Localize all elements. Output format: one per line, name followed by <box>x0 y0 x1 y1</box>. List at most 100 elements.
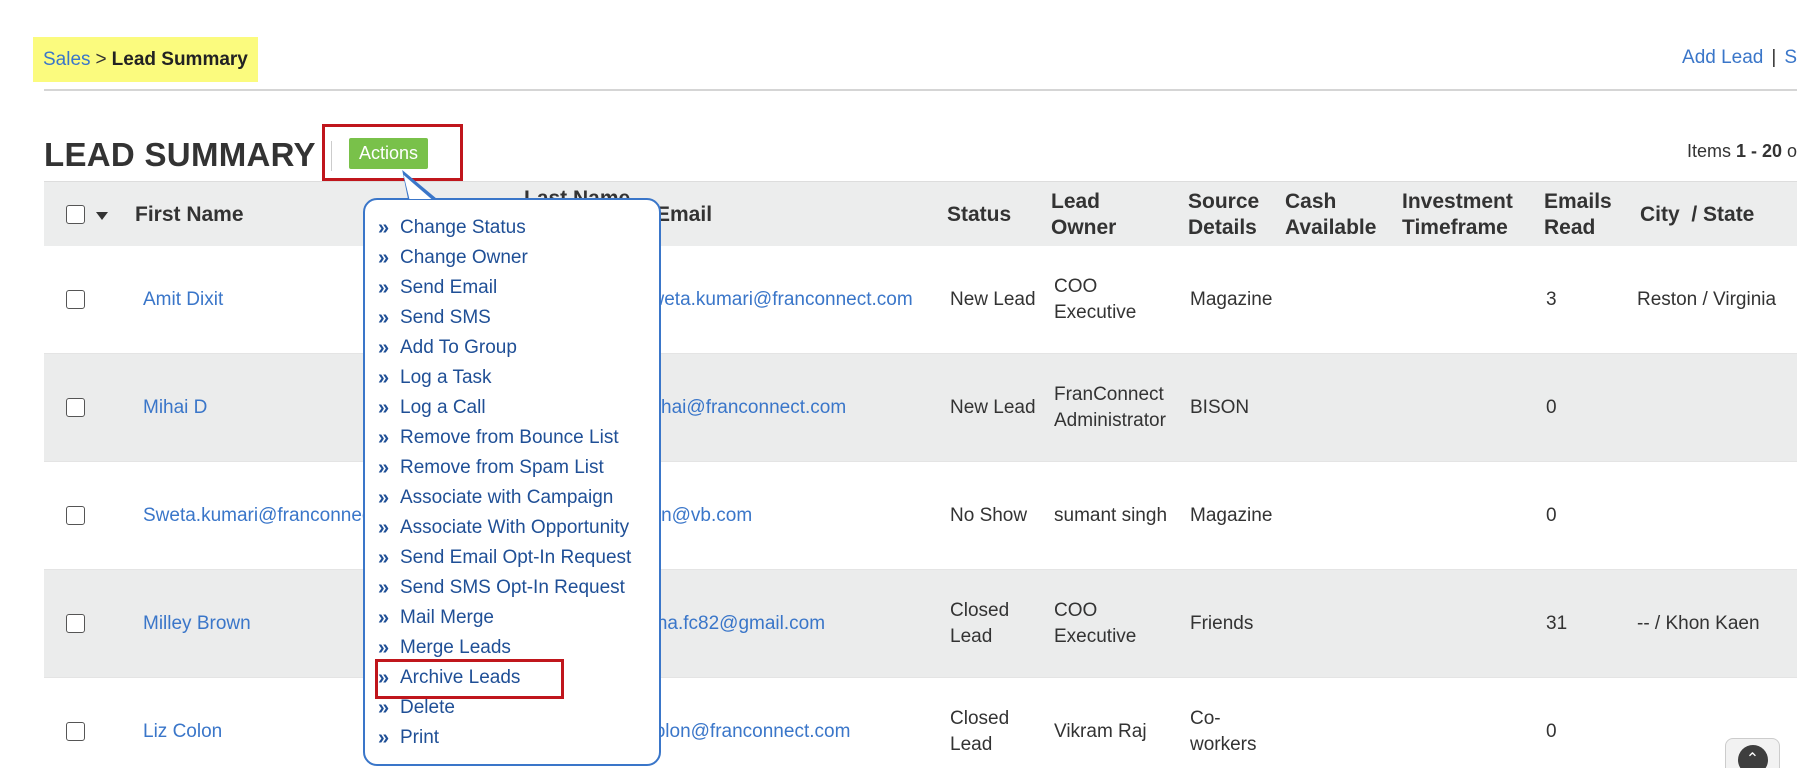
lead-emails-read: 0 <box>1546 397 1557 418</box>
menu-bullet-icon: » <box>378 216 390 239</box>
row-checkbox[interactable] <box>66 398 85 417</box>
menu-bullet-icon: » <box>378 456 390 479</box>
menu-item-label: Send Email <box>400 277 498 298</box>
menu-item-label: Add To Group <box>400 337 517 358</box>
select-all-checkbox[interactable] <box>66 205 85 224</box>
menu-item-change-status[interactable]: » Change Status <box>378 213 631 243</box>
header-first-name[interactable]: First Name <box>135 202 244 228</box>
lead-status: New Lead <box>950 289 1036 310</box>
menu-item-label: Merge Leads <box>400 637 511 658</box>
menu-bullet-icon: » <box>378 516 390 539</box>
row-checkbox[interactable] <box>66 722 85 741</box>
menu-bullet-icon: » <box>378 696 390 719</box>
top-link-truncated[interactable]: S <box>1784 47 1797 69</box>
select-menu-caret-icon[interactable] <box>96 212 108 220</box>
menu-bullet-icon: » <box>378 426 390 449</box>
lead-email-link[interactable]: sweta.kumari@franconnect.com <box>641 287 913 313</box>
header-email[interactable]: Email <box>656 202 712 228</box>
menu-bullet-icon: » <box>378 636 390 659</box>
menu-item-change-owner[interactable]: » Change Owner <box>378 243 631 273</box>
lead-status: Closed Lead <box>950 600 1010 647</box>
menu-bullet-icon: » <box>378 606 390 629</box>
menu-item-label: Change Status <box>400 217 526 238</box>
menu-item-email-opt-in[interactable]: » Send Email Opt-In Request <box>378 543 631 573</box>
add-lead-link[interactable]: Add Lead <box>1682 47 1763 69</box>
leads-table: First Name Last Name Email Status Lead O… <box>44 181 1797 768</box>
lead-first-name-link[interactable]: Milley Brown <box>143 611 251 637</box>
header-city-state[interactable]: City / State <box>1640 202 1754 228</box>
lead-owner: COO Executive <box>1054 276 1137 323</box>
menu-bullet-icon: » <box>378 486 390 509</box>
menu-item-label: Mail Merge <box>400 607 494 628</box>
lead-city-state: -- / Khon Kaen <box>1637 613 1760 634</box>
menu-item-label: Change Owner <box>400 247 528 268</box>
menu-item-sms-opt-in[interactable]: » Send SMS Opt-In Request <box>378 573 631 603</box>
menu-item-label: Send SMS Opt-In Request <box>400 577 625 598</box>
chevron-up-icon: ⌃ <box>1737 745 1768 768</box>
menu-bullet-icon: » <box>378 246 390 269</box>
menu-item-label: Print <box>400 727 440 748</box>
menu-item-send-sms[interactable]: » Send SMS <box>378 303 631 333</box>
row-checkbox[interactable] <box>66 614 85 633</box>
menu-item-label: Send Email Opt-In Request <box>400 547 632 568</box>
items-count: Items 1 - 20 o <box>1687 141 1797 162</box>
lead-email-link[interactable]: mihai@franconnect.com <box>641 395 846 421</box>
lead-status: No Show <box>950 505 1028 526</box>
lead-email-link[interactable]: mna.fc82@gmail.com <box>641 611 825 637</box>
row-checkbox[interactable] <box>66 506 85 525</box>
menu-item-print[interactable]: » Print <box>378 723 631 753</box>
items-prefix: Items <box>1686 141 1736 161</box>
table-row: Milley Brown mna.fc82@gmail.com Closed L… <box>44 570 1797 678</box>
header-status[interactable]: Status <box>947 202 1011 228</box>
breadcrumb-sales-link[interactable]: Sales <box>43 49 91 71</box>
menu-bullet-icon: » <box>378 336 390 359</box>
menu-item-remove-spam[interactable]: » Remove from Spam List <box>378 453 631 483</box>
menu-item-send-email[interactable]: » Send Email <box>378 273 631 303</box>
menu-item-associate-campaign[interactable]: » Associate with Campaign <box>378 483 631 513</box>
menu-item-label: Send SMS <box>400 307 491 328</box>
row-checkbox[interactable] <box>66 290 85 309</box>
menu-bullet-icon: » <box>378 306 390 329</box>
top-links-separator: | <box>1771 47 1777 68</box>
lead-source: BISON <box>1190 397 1250 418</box>
menu-item-add-to-group[interactable]: » Add To Group <box>378 333 631 363</box>
table-header: First Name Last Name Email Status Lead O… <box>44 181 1797 246</box>
menu-item-label: Log a Task <box>400 367 492 388</box>
lead-owner: Vikram Raj <box>1054 721 1147 742</box>
menu-bullet-icon: » <box>378 726 390 749</box>
lead-first-name-link[interactable]: Amit Dixit <box>143 287 223 313</box>
lead-owner: FranConnect Administrator <box>1054 384 1166 431</box>
menu-bullet-icon: » <box>378 276 390 299</box>
items-range: 1 - 20 <box>1735 141 1782 161</box>
menu-bullet-icon: » <box>378 576 390 599</box>
menu-item-associate-opportunity[interactable]: » Associate With Opportunity <box>378 513 631 543</box>
lead-status: New Lead <box>950 397 1036 418</box>
menu-item-label: Associate with Campaign <box>400 487 614 508</box>
header-cash-available[interactable]: Cash Available <box>1285 189 1395 241</box>
header-investment-timeframe[interactable]: Investment Timeframe <box>1402 189 1532 241</box>
scroll-to-top-button[interactable]: ⌃ <box>1725 738 1780 768</box>
header-emails-read[interactable]: Emails Read <box>1544 189 1624 241</box>
top-links: Add Lead | S <box>1682 47 1797 69</box>
lead-source: Magazine <box>1190 289 1273 310</box>
table-row: Sweta.kumari@franconnect.com sen@vb.com … <box>44 462 1797 570</box>
archive-leads-highlight-frame <box>375 659 564 699</box>
table-row: Amit Dixit sweta.kumari@franconnect.com … <box>44 246 1797 354</box>
menu-item-log-call[interactable]: » Log a Call <box>378 393 631 423</box>
lead-email-link[interactable]: lcolon@franconnect.com <box>641 719 850 745</box>
lead-source: Co-workers <box>1190 708 1257 755</box>
menu-item-mail-merge[interactable]: » Mail Merge <box>378 603 631 633</box>
menu-item-remove-bounce[interactable]: » Remove from Bounce List <box>378 423 631 453</box>
breadcrumb-separator: > <box>95 48 107 70</box>
header-source-details[interactable]: Source Details <box>1188 189 1268 241</box>
breadcrumb-current: Lead Summary <box>111 48 248 70</box>
lead-emails-read: 3 <box>1546 289 1557 310</box>
lead-first-name-link[interactable]: Liz Colon <box>143 719 222 745</box>
lead-first-name-link[interactable]: Mihai D <box>143 395 207 421</box>
menu-item-log-task[interactable]: » Log a Task <box>378 363 631 393</box>
page-title: LEAD SUMMARY <box>44 136 316 173</box>
table-row: Liz Colon lcolon@franconnect.com Closed … <box>44 678 1797 768</box>
menu-item-label: Delete <box>400 697 455 718</box>
header-lead-owner[interactable]: Lead Owner <box>1051 189 1131 241</box>
lead-source: Magazine <box>1190 505 1273 526</box>
